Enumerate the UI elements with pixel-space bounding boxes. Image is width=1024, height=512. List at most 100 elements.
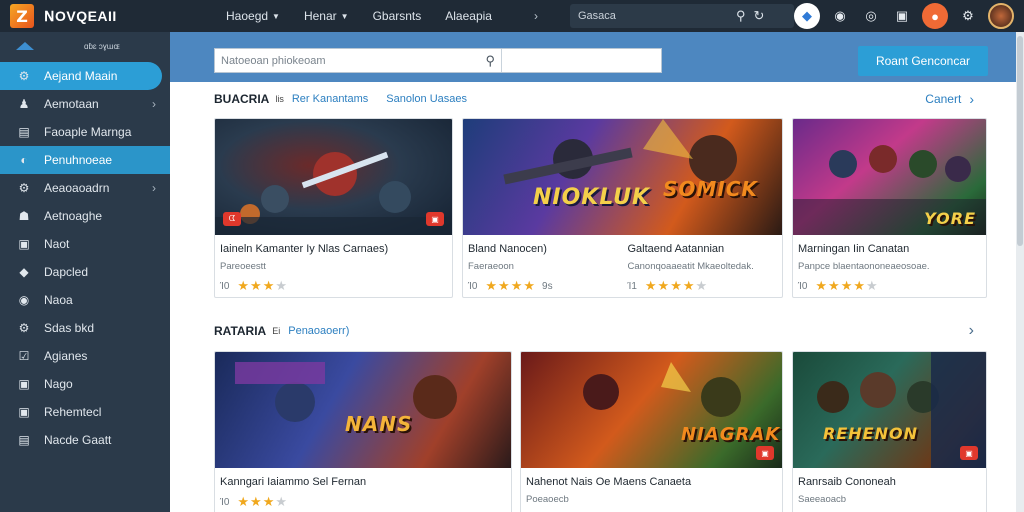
card-split: Bland Nanocen) Faeraeoon Ί0 ★★★★ 9s Galt… [463,235,782,294]
card-col: Bland Nanocen) Faeraeoon Ί0 ★★★★ 9s [463,235,623,294]
section-link[interactable]: Penaoaoerr) [288,325,349,337]
sidebar-item-7[interactable]: ▣ Naot [0,230,170,258]
section-more-link[interactable]: Canert › [925,91,974,107]
game-art [817,352,986,468]
game-card[interactable]: NIOKLUK SOMICK Bland Nanocen) Faeraeoon … [462,118,783,298]
star-rating: ★★★★ [485,278,537,293]
rating-number: Ί0 [220,280,230,292]
search-icon[interactable]: ⚲ [736,8,746,24]
game-thumbnail: NIOKLUK SOMICK [463,119,782,235]
scrollbar-thumb[interactable] [1017,36,1023,246]
main-search-input[interactable] [221,54,471,67]
sidebar-item-11[interactable]: ☑ Agianes [0,342,170,370]
rating-number: Ί1 [627,280,637,292]
game-card[interactable]: REHENON ▣ Ranrsaib Cononeah Saeeaoacb [792,351,987,512]
sidebar-item-label: Sdas bkd [44,321,95,335]
game-badge: ▣ [756,446,774,460]
refresh-icon[interactable]: ↻ [754,8,765,24]
sidebar-item-label: Nago [44,377,73,391]
sidebar-item-12[interactable]: ▣ Nago [0,370,170,398]
game-subtitle: Pareoeestt [220,261,266,272]
sidebar-item-label: Rehemtecl [44,405,102,419]
top-search-input[interactable] [578,10,728,22]
game-subtitle: Panpce blaentaononeaeosoae. [798,261,930,272]
sidebar-item-9[interactable]: ◉ Naoa [0,286,170,314]
sidebar-header-label: ɑɓɛ ɔɣɯɶ [84,41,120,51]
game-subtitle: Faeraeoon [468,261,514,272]
avatar[interactable] [988,3,1014,29]
scrollbar[interactable] [1016,32,1024,512]
chevron-right-icon: › [152,181,156,195]
window-icon[interactable]: ▣ [891,5,913,27]
top-nav-item-2[interactable]: Henar ▼ [292,9,361,23]
game-title: Kanngari Iaiammo Sel Fernan [220,476,367,488]
top-nav-item-1[interactable]: Haoegd ▼ [214,9,292,23]
game-rating: Ί0 ★★★★ 9s [468,278,623,294]
sidebar-item-2[interactable]: ♟ Aemotaan › [0,90,170,118]
game-card[interactable]: YORE Marningan Iin Canatan Panpce blaent… [792,118,987,298]
main-search[interactable]: ⚲ [214,48,662,73]
star-rating: ★★★★ [237,278,289,293]
fire-icon[interactable]: ● [922,3,948,29]
game-subtitle: Saeeaoacb [798,494,847,505]
game-subtitle: Canonqoaaeatit Mkaeoltedak. [627,261,754,272]
top-nav-item-3[interactable]: Gbarsnts [361,9,434,23]
sidebar-item-label: Naoa [44,293,73,307]
gear-icon: ⚙ [18,69,30,83]
game-title: Ranrsaib Cononeah [798,476,896,488]
game-card[interactable]: NIAGRAK ▣ Nahenot Nais Oe Maens Canaeta … [520,351,783,512]
rating-number: Ί0 [468,280,478,292]
game-thumb-title: NIAGRAK [681,424,781,445]
sidebar-item-label: Naot [44,237,70,251]
app-logo[interactable]: Z [10,4,34,28]
game-thumb-title: NIOKLUK [533,185,651,210]
sidebar-header: ɑɓɛ ɔɣɯɶ [0,32,170,60]
sidebar-item-5[interactable]: ⚙ Aeaoaoadrn › [0,174,170,202]
gear-icon[interactable]: ⚙ [957,5,979,27]
sidebar-item-13[interactable]: ▣ Rehemtecl [0,398,170,426]
sidebar-item-3[interactable]: ▤ Faoaple Marnga [0,118,170,146]
settings-round-icon[interactable]: ◎ [860,5,882,27]
sidebar-item-6[interactable]: ☗ Aetnoaghe [0,202,170,230]
section-link[interactable]: Rer Kanantams [292,93,368,105]
globe-icon: ◉ [18,293,30,307]
checkbox-icon: ☑ [18,349,30,363]
game-badge: ᗧ [223,212,241,226]
chevron-right-icon: › [152,97,156,111]
game-rating: Ί1 ★★★★★ [628,278,783,294]
search-icon[interactable]: ⚲ [485,53,495,69]
top-nav-label: Haoegd [226,9,269,23]
section-title: RATARIA [214,324,267,338]
game-badge: ▣ [960,446,978,460]
rating-number: Ί0 [798,280,808,292]
game-card[interactable]: ᗧ ▣ Iaineln Kamanter Iy Nlas Carnaes) Pa… [214,118,453,298]
top-search[interactable]: ⚲ ↻ [570,4,794,28]
rating-number: Ί0 [220,496,230,508]
game-thumb-title: NANS [345,412,413,436]
game-title: Marningan Iin Canatan [798,243,910,255]
top-icons: ◆ ◉ ◎ ▣ ● ⚙ [794,3,1014,29]
sidebar-item-4[interactable]: ◐ Penuhnoeae [0,146,170,174]
sidebar-item-label: Aejand Maain [44,69,118,83]
chevron-right-icon[interactable]: › [969,322,974,340]
sidebar-item-8[interactable]: ◆ Dapcled [0,258,170,286]
main-search-field[interactable]: ⚲ [215,49,502,72]
store-icon[interactable]: ◆ [794,3,820,29]
card-col: Galtaend Aatannian Canonqoaaeatit Mkaeol… [623,235,783,294]
top-nav-item-4[interactable]: Alaeapia [433,9,504,23]
camera-icon[interactable]: ◉ [829,5,851,27]
game-thumbnail: YORE [793,119,986,235]
game-title: Iaineln Kamanter Iy Nlas Carnaes) [220,243,389,255]
section-link[interactable]: Sanolon Uasaes [386,93,467,105]
sidebar-item-label: Dapcled [44,265,89,279]
game-thumbnail: REHENON ▣ [793,352,986,468]
sidebar-item-1[interactable]: ⚙ Aejand Maain [0,62,162,90]
sidebar-item-10[interactable]: ⚙ Sdas bkd [0,314,170,342]
list-icon: ▤ [18,433,30,447]
sidebar-item-14[interactable]: ▤ Nacde Gaatt [0,426,170,454]
chart-icon: ◐ [20,153,28,167]
game-art [235,362,457,422]
sidebar-item-label: Aeaoaoadrn [44,181,110,195]
cta-button[interactable]: Roant Genconcar [858,46,988,76]
game-card[interactable]: NANS Kanngari Iaiammo Sel Fernan Ί0 ★★★★ [214,351,512,512]
